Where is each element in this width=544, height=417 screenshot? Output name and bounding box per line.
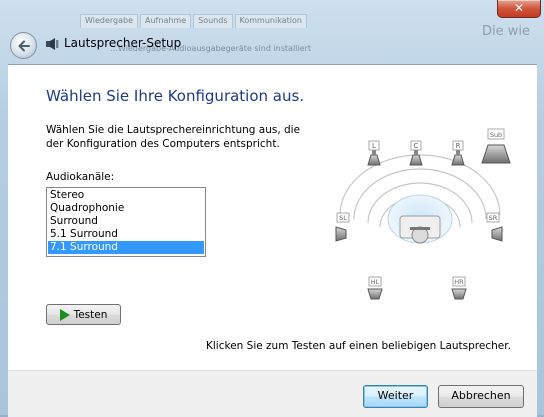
speaker-label: R [456, 142, 461, 150]
button-bar: Weiter Abbrechen [8, 370, 537, 417]
speaker-rear-right[interactable]: HR [451, 276, 467, 300]
speaker-side-left[interactable]: SL [335, 212, 350, 242]
list-item[interactable]: 5.1 Surround [48, 228, 204, 241]
dialog-content: Wählen Sie Ihre Konfiguration aus. Wähle… [8, 64, 537, 417]
background-tab: Aufnahme [140, 14, 192, 28]
speaker-label: L [372, 142, 376, 150]
window-title: Lautsprecher-Setup [64, 36, 182, 50]
background-tabs: Wiedergabe Aufnahme Sounds Kommunikation [80, 14, 307, 28]
list-item-selected[interactable]: 7.1 Surround [48, 241, 204, 254]
background-side-text: Die wie [482, 24, 530, 39]
cancel-button[interactable]: Abbrechen [438, 385, 524, 408]
page-title: Wählen Sie Ihre Konfiguration aus. [46, 87, 305, 105]
window-frame: Wiedergabe Aufnahme Sounds Kommunikation… [0, 0, 544, 417]
speaker-front-right[interactable]: R [451, 140, 465, 166]
speaker-label: Sub [490, 131, 502, 139]
test-button-label: Testen [73, 308, 108, 321]
background-tab: Wiedergabe [80, 14, 139, 28]
back-button[interactable] [10, 32, 37, 59]
channels-listbox[interactable]: Stereo Quadrophonie Surround 5.1 Surroun… [46, 187, 206, 257]
speaker-label: SL [339, 214, 347, 222]
speaker-label: HR [454, 278, 464, 286]
test-hint-text: Klicken Sie zum Testen auf einen beliebi… [206, 340, 511, 352]
background-tab: Kommunikation [234, 14, 307, 28]
next-button[interactable]: Weiter [363, 385, 428, 408]
subwoofer[interactable]: Sub [481, 128, 511, 164]
list-item[interactable]: Stereo [48, 189, 204, 202]
instruction-text: Wählen Sie die Lautsprechereinrichtung a… [46, 124, 301, 150]
back-arrow-icon [18, 40, 30, 51]
test-button[interactable]: Testen [46, 304, 121, 325]
list-item[interactable]: Surround [48, 215, 204, 228]
speaker-label: HL [371, 278, 380, 286]
channels-label: Audiokanäle: [46, 171, 115, 183]
speaker-center[interactable]: C [409, 140, 423, 166]
speaker-label: C [414, 142, 419, 150]
speaker-rear-left[interactable]: HL [367, 276, 383, 300]
speaker-label: SR [489, 214, 498, 222]
play-icon [59, 308, 70, 321]
speaker-setup-icon [46, 38, 59, 50]
speaker-front-left[interactable]: L [367, 140, 381, 166]
close-button[interactable]: ✕ [497, 0, 541, 18]
speaker-side-right[interactable]: SR [486, 212, 503, 242]
speaker-diagram: L C R Sub SL SR HL HR [335, 128, 511, 300]
background-tab: Sounds [193, 14, 233, 28]
close-icon: ✕ [513, 1, 525, 15]
list-item[interactable]: Quadrophonie [48, 202, 204, 215]
